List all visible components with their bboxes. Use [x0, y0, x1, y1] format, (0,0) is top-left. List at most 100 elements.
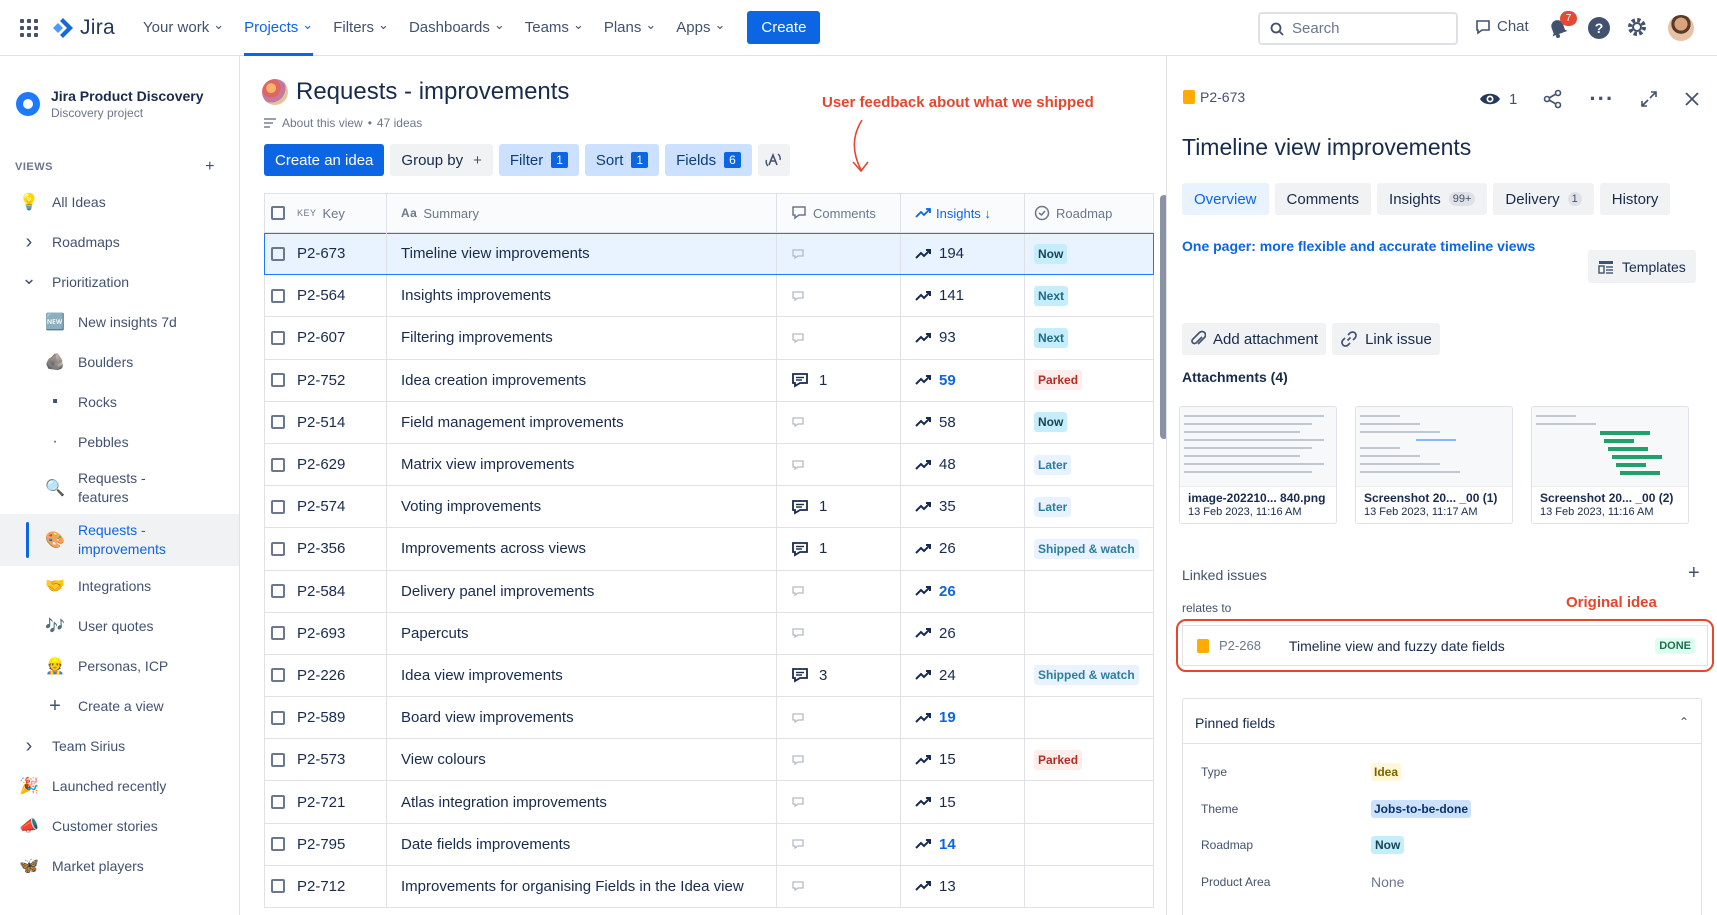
sidebar-item-market-players[interactable]: 🦋 Market players	[0, 846, 239, 886]
cell-roadmap[interactable]	[1025, 697, 1153, 738]
cell-comments[interactable]	[777, 865, 901, 907]
tab-comments[interactable]: Comments	[1274, 183, 1372, 215]
attachment-thumbnail[interactable]: Screenshot 20... _00 (2) 13 Feb 2023, 11:…	[1531, 406, 1689, 524]
sidebar-item-all-ideas[interactable]: 💡 All Ideas	[0, 182, 239, 222]
nav-projects[interactable]: Projects ⌄	[244, 0, 314, 56]
table-row[interactable]: P2-356 Improvements across views 1 26 Shippe…	[264, 528, 1154, 571]
table-row[interactable]: P2-584 Delivery panel improvements 26	[264, 570, 1154, 613]
row-checkbox[interactable]	[271, 837, 285, 852]
nav-dashboards[interactable]: Dashboards ⌄	[409, 0, 505, 56]
chat-button[interactable]: Chat	[1475, 18, 1529, 35]
share-icon[interactable]	[1543, 89, 1563, 109]
idea-key[interactable]: P2-584	[297, 583, 345, 600]
cell-insights[interactable]: 13	[901, 865, 1025, 907]
cell-roadmap[interactable]: Parked	[1025, 360, 1153, 401]
cell-summary[interactable]: Papercuts	[387, 612, 777, 654]
project-header[interactable]: Jira Product Discovery Discovery project	[0, 56, 239, 120]
column-key[interactable]: KEY Key	[265, 194, 387, 232]
cell-summary[interactable]: View colours	[387, 739, 777, 781]
sidebar-item-user-quotes[interactable]: 🎶 User quotes	[0, 606, 239, 646]
cell-summary[interactable]: Insights improvements	[387, 275, 777, 317]
idea-key[interactable]: P2-226	[297, 667, 345, 684]
table-row[interactable]: P2-673 Timeline view improvements 194 Now	[264, 233, 1154, 276]
row-checkbox[interactable]	[271, 879, 285, 894]
create-idea-button[interactable]: Create an idea	[264, 144, 385, 176]
idea-key[interactable]: P2-721	[297, 794, 345, 811]
cell-roadmap[interactable]: Next	[1025, 275, 1153, 316]
close-icon[interactable]	[1684, 91, 1700, 107]
sort-button[interactable]: Sort 1	[584, 144, 660, 176]
sidebar-item-requests-improvements[interactable]: 🎨 Requests - improvements	[0, 514, 239, 566]
idea-key[interactable]: P2-564	[297, 287, 345, 304]
cell-insights[interactable]: 26	[901, 570, 1025, 612]
column-summary[interactable]: Aa Summary	[387, 194, 777, 232]
idea-key[interactable]: P2-514	[297, 414, 345, 431]
cell-summary[interactable]: Matrix view improvements	[387, 443, 777, 486]
sidebar-item-roadmaps[interactable]: › Roadmaps	[0, 222, 239, 262]
cell-insights[interactable]: 26	[901, 612, 1025, 654]
cell-summary[interactable]: Date fields improvements	[387, 823, 777, 865]
table-row[interactable]: P2-795 Date fields improvements 14	[264, 823, 1154, 866]
cell-insights[interactable]: 48	[901, 443, 1025, 486]
row-checkbox[interactable]	[271, 795, 285, 810]
cell-comments[interactable]	[777, 612, 901, 654]
app-switcher-icon[interactable]	[20, 18, 38, 37]
autofit-button[interactable]	[757, 144, 790, 176]
tab-overview[interactable]: Overview	[1182, 183, 1269, 215]
nav-filters[interactable]: Filters ⌄	[333, 0, 389, 56]
cell-insights[interactable]: 15	[901, 739, 1025, 781]
cell-insights[interactable]: 58	[901, 401, 1025, 443]
cell-insights[interactable]: 93	[901, 317, 1025, 359]
cell-insights[interactable]: 24	[901, 654, 1025, 697]
cell-summary[interactable]: Board view improvements	[387, 697, 777, 739]
cell-roadmap[interactable]: Later	[1025, 486, 1153, 527]
help-icon[interactable]: ?	[1588, 17, 1610, 39]
cell-roadmap[interactable]: Now	[1025, 402, 1153, 443]
cell-insights[interactable]: 26	[901, 528, 1025, 570]
row-checkbox[interactable]	[271, 668, 285, 683]
cell-comments[interactable]	[777, 697, 901, 739]
expand-icon[interactable]	[1640, 90, 1658, 108]
cell-comments[interactable]	[777, 275, 901, 317]
linked-issue-row[interactable]: P2-268 Timeline view and fuzzy date fiel…	[1182, 625, 1708, 666]
chevron-right-icon[interactable]: ›	[18, 231, 40, 253]
chevron-right-icon[interactable]: ›	[18, 735, 40, 757]
row-checkbox[interactable]	[271, 246, 285, 261]
notifications-button[interactable]: 7	[1548, 11, 1577, 43]
sidebar-item-create-a-view[interactable]: + Create a view	[0, 686, 239, 726]
cell-roadmap[interactable]: Now	[1025, 233, 1153, 274]
table-row[interactable]: P2-721 Atlas integration improvements 15	[264, 781, 1154, 824]
row-checkbox[interactable]	[271, 415, 285, 430]
cell-summary[interactable]: Delivery panel improvements	[387, 570, 777, 612]
idea-key[interactable]: P2-752	[297, 372, 345, 389]
sidebar-item-rocks[interactable]: ▪ Rocks	[0, 382, 239, 422]
idea-key[interactable]: P2-573	[297, 751, 345, 768]
nav-apps[interactable]: Apps ⌄	[676, 0, 725, 56]
tab-insights[interactable]: Insights 99+	[1377, 183, 1488, 215]
cell-summary[interactable]: Improvements across views	[387, 528, 777, 570]
sidebar-item-customer-stories[interactable]: 📣 Customer stories	[0, 806, 239, 846]
filter-button[interactable]: Filter 1	[498, 144, 579, 176]
table-row[interactable]: P2-564 Insights improvements 141 Next	[264, 275, 1154, 318]
idea-key[interactable]: P2-607	[297, 329, 345, 346]
cell-comments[interactable]: 1	[777, 486, 901, 528]
cell-insights[interactable]: 19	[901, 697, 1025, 739]
idea-title[interactable]: Timeline view improvements	[1182, 134, 1471, 161]
column-insights[interactable]: Insights ↓	[901, 194, 1025, 232]
sidebar-item-team-sirius[interactable]: › Team Sirius	[0, 726, 239, 766]
row-checkbox[interactable]	[271, 584, 285, 599]
sidebar-item-launched-recently[interactable]: 🎉 Launched recently	[0, 766, 239, 806]
cell-comments[interactable]	[777, 570, 901, 612]
row-checkbox[interactable]	[271, 710, 285, 725]
table-row[interactable]: P2-226 Idea view improvements 3 24 Shipped &…	[264, 654, 1154, 698]
row-checkbox[interactable]	[271, 626, 285, 641]
group-by-button[interactable]: Group by +	[390, 144, 493, 176]
idea-key[interactable]: P2-795	[297, 836, 345, 853]
cell-insights[interactable]: 194	[901, 233, 1025, 275]
more-options-icon[interactable]: ···	[1589, 86, 1614, 112]
jira-logo[interactable]: Jira	[52, 16, 115, 40]
cell-roadmap[interactable]	[1025, 866, 1153, 907]
cell-insights[interactable]: 35	[901, 486, 1025, 528]
cell-insights[interactable]: 141	[901, 275, 1025, 317]
attachment-thumbnail[interactable]: image-202210... 840.png 13 Feb 2023, 11:1…	[1179, 406, 1337, 524]
